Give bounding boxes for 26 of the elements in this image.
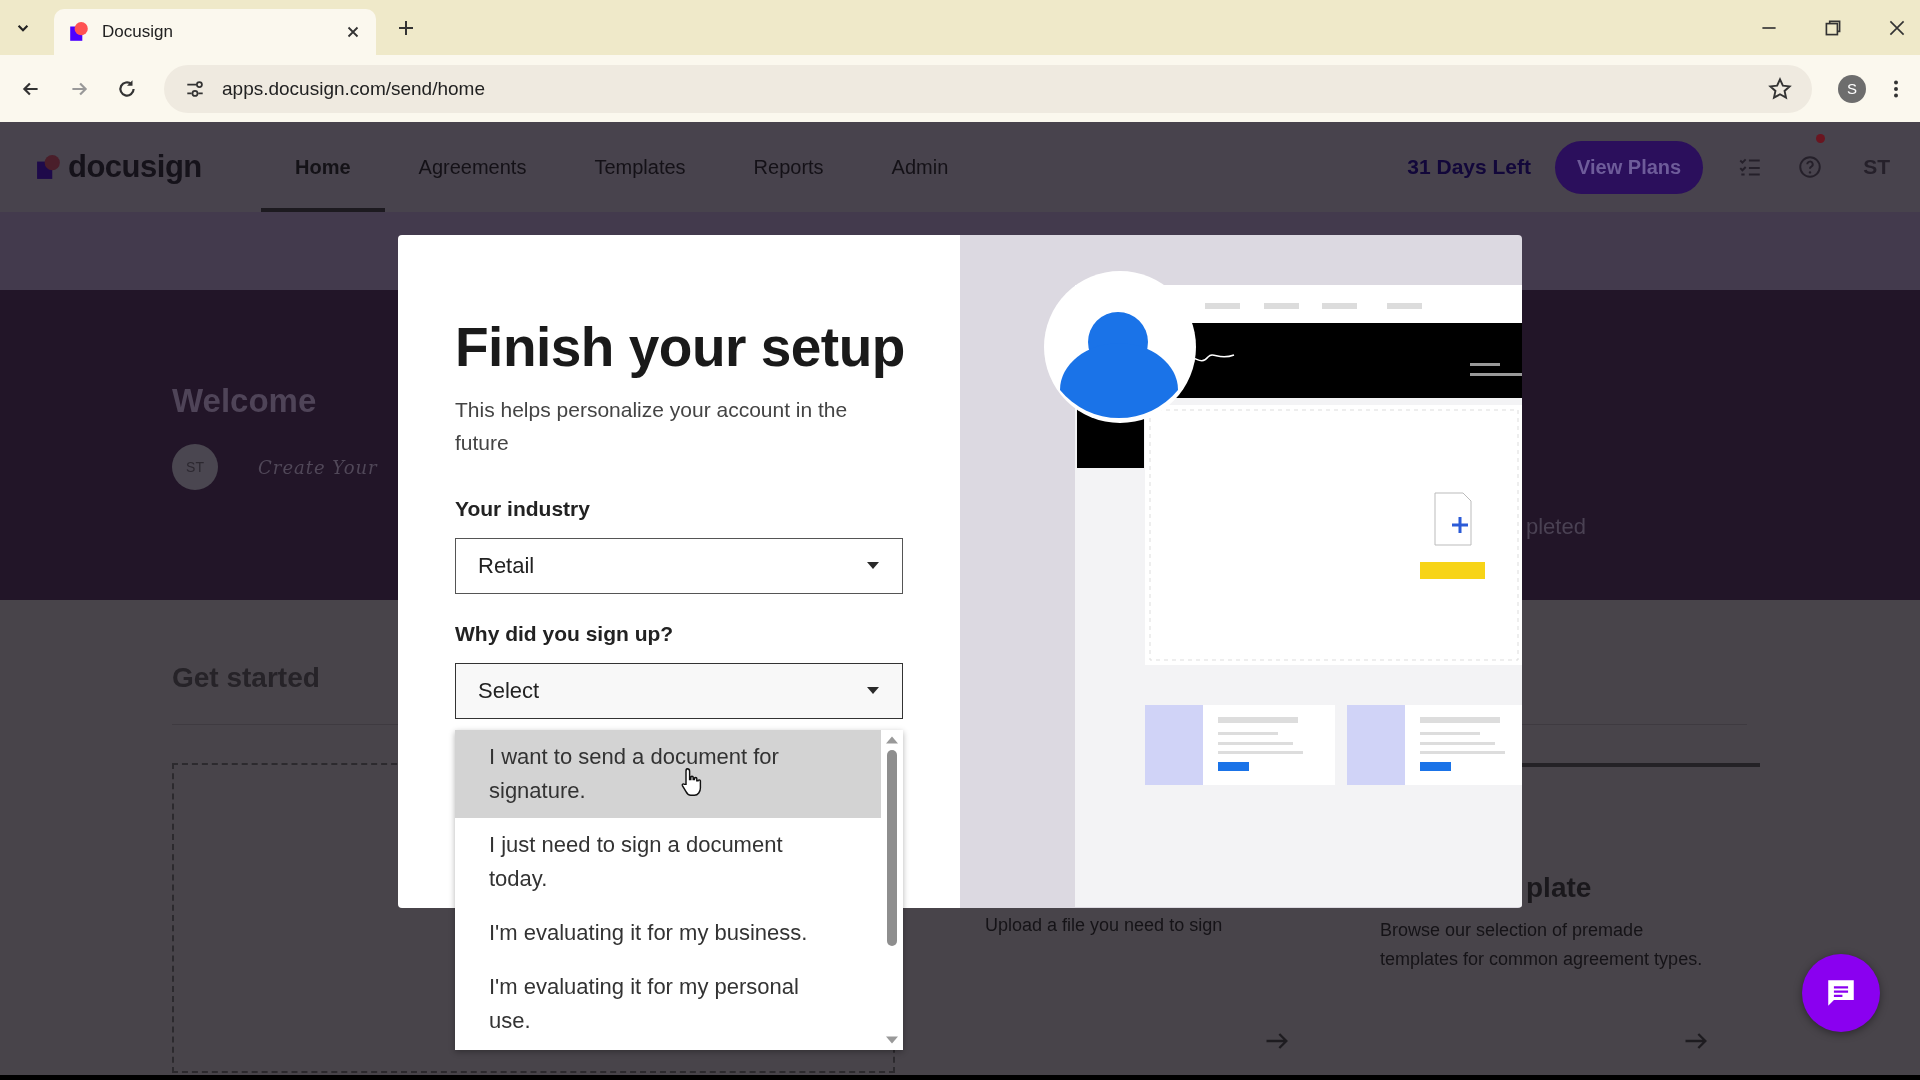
field-label: Your industry	[455, 497, 591, 521]
scroll-down-icon[interactable]	[886, 1036, 898, 1044]
bookmark-star-icon[interactable]	[1768, 76, 1792, 101]
profile-avatar[interactable]: S	[1838, 74, 1866, 103]
reload-icon[interactable]	[116, 77, 138, 100]
hand-cursor-icon	[680, 766, 704, 798]
trial-days-link[interactable]: 31 Days Left	[1407, 155, 1531, 179]
dropdown-option[interactable]: I just need to sign a document today.	[455, 818, 881, 906]
caret-icon	[866, 562, 880, 570]
dropdown-option[interactable]: I'm evaluating it for my business.	[455, 906, 881, 960]
notification-dot	[1816, 134, 1826, 143]
browser-tab[interactable]: Docusign	[54, 9, 376, 55]
dropdown-option[interactable]: I want to send a document for signature.	[455, 730, 881, 818]
logo-icon	[36, 154, 62, 180]
dropdown-option[interactable]: I'm evaluating it for my personal use.	[455, 960, 881, 1048]
dialog-title: Finish your setup	[455, 315, 906, 379]
view-plans-button[interactable]: View Plans	[1555, 140, 1704, 194]
address-field[interactable]: apps.docusign.com/send/home	[164, 64, 1812, 113]
select-field[interactable]: Select	[455, 663, 903, 719]
caret-icon	[866, 687, 880, 695]
field-label: Why did you sign up?	[455, 622, 675, 646]
scroll-up-icon[interactable]	[886, 736, 898, 744]
docusign-logo-icon	[68, 21, 90, 43]
select-field[interactable]: Retail	[455, 538, 903, 594]
dialog-subtitle: This helps personalize your account in the future	[455, 397, 849, 456]
scrollbar-thumb[interactable]	[887, 750, 897, 946]
